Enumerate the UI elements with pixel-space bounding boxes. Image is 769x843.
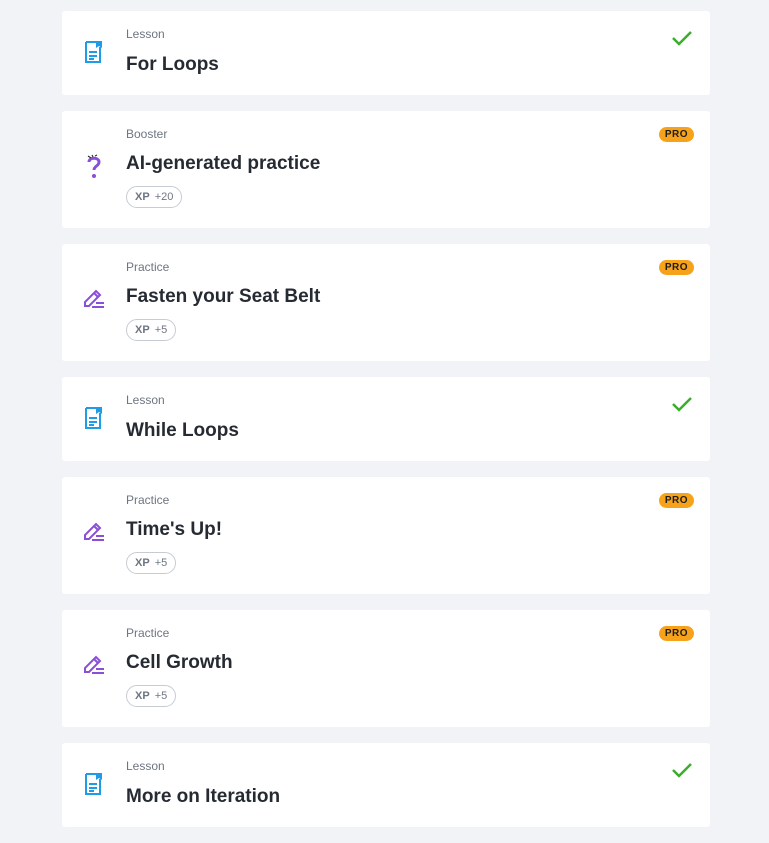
xp-badge: XP +20 [126,186,183,208]
list-item-more-on-iteration[interactable]: Lesson More on Iteration [62,743,710,827]
item-title: More on Iteration [126,786,281,807]
pro-badge: PRO [658,127,694,142]
xp-label: XP [135,557,150,569]
lesson-list: Lesson For Loops Booster AI-generated pr… [0,0,769,843]
xp-badge: XP +5 [126,685,177,707]
item-kind: Lesson [126,759,165,773]
pro-badge: PRO [658,260,694,275]
item-title: Cell Growth [126,652,233,673]
item-kind: Practice [126,626,170,640]
item-title: While Loops [126,420,239,441]
lesson-doc-icon [85,41,102,63]
checkmark-icon [672,763,692,778]
xp-badge: XP +5 [126,319,177,341]
pencil-icon [84,655,104,674]
list-item-times-up[interactable]: Practice Time's Up! XP +5 PRO [62,477,710,594]
list-item-fasten-your-seat-belt[interactable]: Practice Fasten your Seat Belt XP +5 PRO [62,244,710,361]
list-item-for-loops[interactable]: Lesson For Loops [62,11,710,95]
item-kind: Booster [126,127,168,141]
question-mark-icon [87,154,101,178]
item-title: Fasten your Seat Belt [126,286,321,307]
item-kind: Practice [126,260,170,274]
xp-value: +5 [154,690,168,702]
xp-label: XP [135,191,150,203]
item-kind: Lesson [126,27,165,41]
xp-value: +20 [154,191,174,203]
item-title: AI-generated practice [126,153,321,174]
xp-label: XP [135,690,150,702]
item-title: For Loops [126,54,219,75]
item-kind: Lesson [126,393,165,407]
item-title: Time's Up! [126,519,223,540]
item-kind: Practice [126,493,170,507]
lesson-doc-icon [85,407,102,429]
pencil-icon [84,289,104,308]
lesson-doc-icon [85,773,102,795]
list-item-ai-generated-practice[interactable]: Booster AI-generated practice XP +20 PRO [62,111,710,228]
checkmark-icon [672,397,692,412]
list-item-cell-growth[interactable]: Practice Cell Growth XP +5 PRO [62,610,710,727]
xp-value: +5 [154,324,168,336]
list-item-while-loops[interactable]: Lesson While Loops [62,377,710,461]
xp-badge: XP +5 [126,552,177,574]
checkmark-icon [672,31,692,46]
xp-label: XP [135,324,150,336]
pro-badge: PRO [658,626,694,641]
pro-badge: PRO [658,493,694,508]
pencil-icon [84,522,104,541]
xp-value: +5 [154,557,168,569]
